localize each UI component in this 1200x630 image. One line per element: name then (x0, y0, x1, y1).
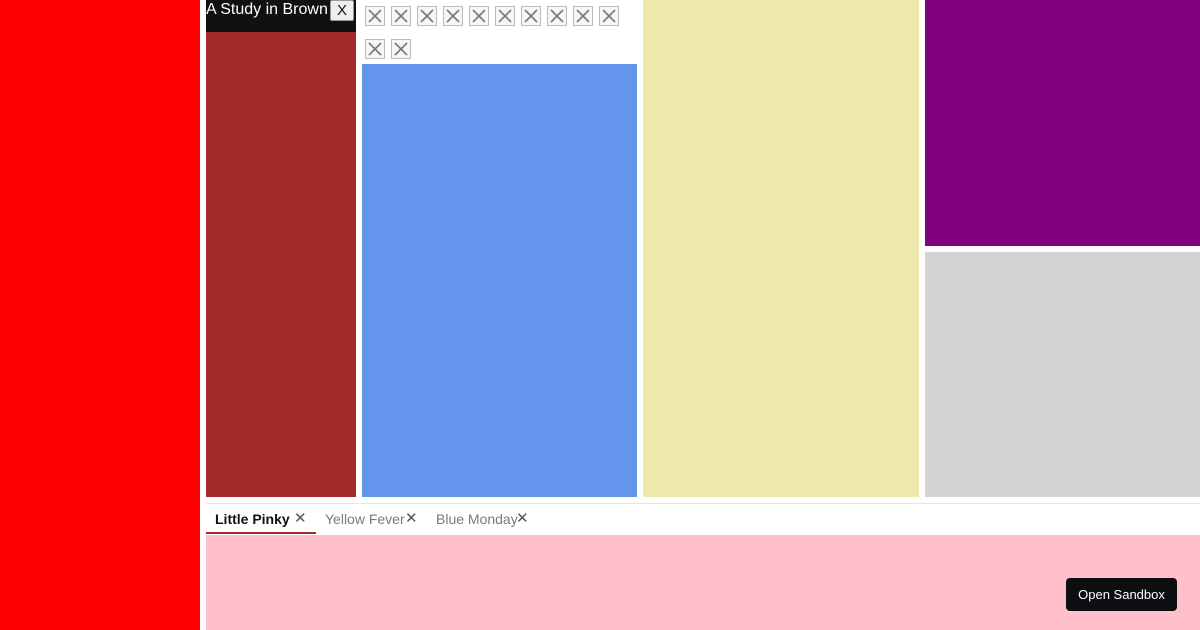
icon-toolbar (362, 0, 637, 64)
blue-panel (362, 0, 637, 497)
brown-panel-title: A Study in Brown (206, 1, 328, 18)
close-icon[interactable] (495, 6, 515, 26)
brown-panel-body (206, 32, 356, 497)
red-panel (0, 0, 200, 630)
close-icon[interactable] (573, 6, 593, 26)
close-icon[interactable] (365, 6, 385, 26)
close-icon[interactable]: ✕ (405, 504, 418, 534)
brown-panel-header: A Study in Brown X (206, 0, 356, 32)
close-icon[interactable] (417, 6, 437, 26)
pink-content-area: Open Sandbox (206, 535, 1200, 630)
tab-label: Yellow Fever (325, 511, 405, 527)
close-icon[interactable] (443, 6, 463, 26)
close-icon[interactable] (599, 6, 619, 26)
blue-panel-body (362, 64, 637, 497)
tab-label: Blue Monday (436, 511, 518, 527)
tab-bar: Little Pinky ✕ Yellow Fever ✕ Blue Monda… (206, 503, 1200, 535)
brown-panel-close-button[interactable]: X (330, 0, 354, 21)
close-icon[interactable] (365, 39, 385, 59)
yellow-panel (643, 0, 919, 497)
grey-panel (925, 252, 1200, 497)
close-icon[interactable] (521, 6, 541, 26)
close-icon[interactable]: ✕ (294, 504, 307, 534)
close-icon[interactable] (391, 6, 411, 26)
tab-label: Little Pinky (215, 511, 290, 527)
tab-little-pinky[interactable]: Little Pinky ✕ (206, 504, 316, 534)
close-icon[interactable]: ✕ (516, 504, 529, 534)
brown-panel: A Study in Brown X (206, 0, 356, 497)
close-icon[interactable] (469, 6, 489, 26)
close-icon[interactable] (391, 39, 411, 59)
open-sandbox-button[interactable]: Open Sandbox (1066, 578, 1177, 611)
purple-panel (925, 0, 1200, 246)
tab-yellow-fever[interactable]: Yellow Fever ✕ (316, 504, 426, 534)
close-icon[interactable] (547, 6, 567, 26)
tab-blue-monday[interactable]: Blue Monday ✕ (426, 504, 536, 534)
